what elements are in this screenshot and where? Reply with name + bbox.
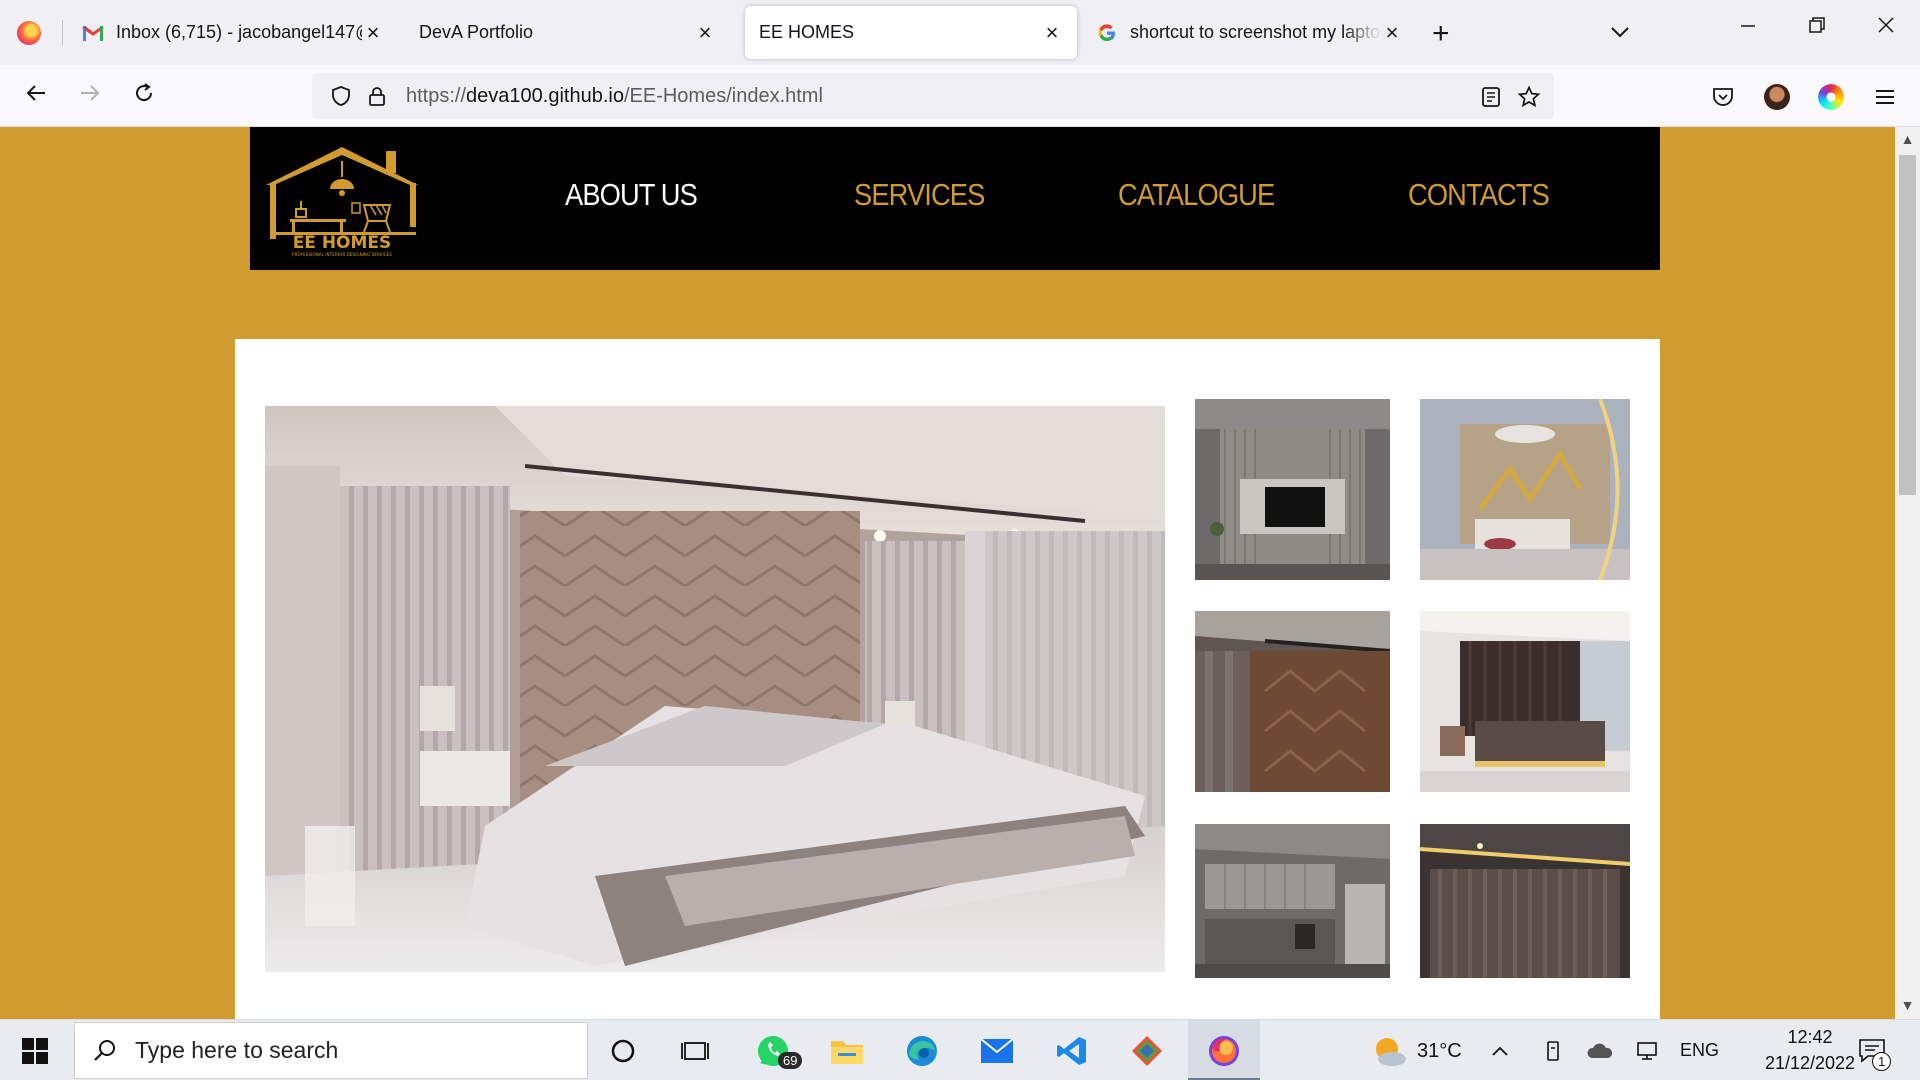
forward-button[interactable]	[72, 79, 108, 115]
restore-button[interactable]	[1797, 14, 1837, 40]
site-header: EE HOMES PROFESSIONAL INTERIOR DESIGNING…	[250, 127, 1660, 270]
page-scrollbar[interactable]: ▲ ▼	[1895, 127, 1920, 1019]
nav-catalogue[interactable]: CATALOGUE	[1118, 177, 1275, 213]
gallery-thumb-kitchen[interactable]	[1195, 824, 1390, 978]
tab-title: shortcut to screenshot my lapto	[1130, 22, 1381, 42]
account-avatar[interactable]	[1764, 84, 1790, 110]
hamburger-menu-icon[interactable]	[1872, 84, 1898, 110]
close-icon[interactable]: ×	[1041, 20, 1063, 46]
close-icon[interactable]: ×	[362, 20, 384, 46]
gallery-thumb-chevron-wall[interactable]	[1195, 611, 1390, 792]
new-tab-button[interactable]: +	[1432, 17, 1450, 51]
edge-icon[interactable]	[903, 1032, 941, 1070]
tab-ee-homes[interactable]: EE HOMES ×	[745, 6, 1077, 59]
weather-icon[interactable]	[1370, 1032, 1410, 1070]
file-explorer-icon[interactable]	[828, 1032, 866, 1070]
gallery-thumb-bedroom-dark[interactable]	[1420, 611, 1630, 792]
page-viewport: EE HOMES PROFESSIONAL INTERIOR DESIGNING…	[0, 127, 1895, 1019]
close-icon[interactable]: ×	[694, 20, 716, 46]
scroll-up-arrow-icon[interactable]: ▲	[1895, 131, 1920, 147]
url-scheme: https://	[406, 84, 467, 107]
gallery-thumb-curtain-room[interactable]	[1420, 824, 1630, 978]
nav-contacts[interactable]: CONTACTS	[1408, 177, 1550, 213]
address-bar[interactable]: https://deva100.github.io/EE-Homes/index…	[312, 73, 1554, 119]
firefox-view-icon[interactable]	[17, 21, 41, 45]
bookmark-star-icon[interactable]	[1517, 85, 1541, 109]
tab-title: Inbox (6,715) - jacobangel147@	[116, 22, 362, 42]
whatsapp-badge: 69	[778, 1052, 803, 1069]
ee-homes-logo[interactable]: EE HOMES PROFESSIONAL INTERIOR DESIGNING…	[260, 143, 425, 259]
navigation-toolbar: https://deva100.github.io/EE-Homes/index…	[0, 65, 1920, 127]
task-view-icon[interactable]	[676, 1032, 714, 1070]
lock-icon[interactable]	[366, 85, 388, 107]
mail-icon[interactable]	[978, 1032, 1016, 1070]
clock-time[interactable]: 12:42	[1760, 1027, 1860, 1048]
url-path: /EE-Homes/index.html	[623, 84, 823, 107]
url-text: https://deva100.github.io/EE-Homes/index…	[406, 85, 823, 108]
taskbar-search-box[interactable]	[74, 1022, 588, 1079]
tab-separator	[62, 20, 63, 46]
tab-gmail[interactable]: Inbox (6,715) - jacobangel147@ ×	[68, 6, 398, 59]
firefox-icon[interactable]	[1205, 1032, 1243, 1070]
google-icon	[1096, 22, 1118, 44]
nav-services[interactable]: SERVICES	[854, 177, 985, 213]
pocket-icon[interactable]	[1710, 84, 1736, 110]
logo-text: EE HOMES	[293, 233, 392, 253]
scrollbar-thumb[interactable]	[1899, 155, 1916, 495]
tab-google-search[interactable]: shortcut to screenshot my lapto ×	[1082, 6, 1417, 59]
gallery-thumb-tv-wall[interactable]	[1195, 399, 1390, 580]
tab-deva-portfolio[interactable]: DevA Portfolio ×	[405, 6, 730, 59]
cortana-icon[interactable]	[604, 1032, 642, 1070]
logo-tagline: PROFESSIONAL INTERIOR DESIGNING SERVICES	[292, 252, 392, 257]
colorways-icon[interactable]	[1818, 84, 1844, 110]
back-button[interactable]	[18, 79, 54, 115]
windows-taskbar: 69 31°C ENG 12:42 21/12/2022 1	[0, 1019, 1920, 1080]
gallery-section	[235, 339, 1660, 1019]
language-indicator[interactable]: ENG	[1680, 1040, 1719, 1061]
weather-temperature[interactable]: 31°C	[1417, 1040, 1462, 1063]
scroll-down-arrow-icon[interactable]: ▼	[1895, 997, 1920, 1013]
git-gui-icon[interactable]	[1128, 1032, 1166, 1070]
minimize-button[interactable]	[1728, 14, 1768, 40]
tab-strip: Inbox (6,715) - jacobangel147@ × DevA Po…	[0, 0, 1920, 65]
nav-about-us[interactable]: ABOUT US	[565, 177, 698, 213]
onedrive-cloud-icon[interactable]	[1583, 1032, 1617, 1070]
close-window-button[interactable]	[1866, 14, 1906, 40]
vscode-icon[interactable]	[1053, 1032, 1091, 1070]
reader-view-icon[interactable]	[1479, 85, 1503, 109]
show-hidden-icons-chevron-icon[interactable]	[1485, 1032, 1515, 1070]
list-all-tabs-icon[interactable]	[1610, 18, 1630, 44]
device-tray-icon[interactable]	[1538, 1032, 1568, 1070]
url-host: deva100.github.io	[466, 84, 624, 107]
tab-title: EE HOMES	[759, 22, 855, 42]
gallery-thumb-bedroom-gold[interactable]	[1420, 399, 1630, 580]
gmail-icon	[82, 22, 104, 44]
tab-title: DevA Portfolio	[419, 22, 534, 42]
gallery-main-image[interactable]	[265, 406, 1165, 972]
reload-button[interactable]	[126, 79, 162, 115]
close-icon[interactable]: ×	[1381, 20, 1403, 46]
search-icon	[94, 1039, 115, 1061]
network-icon[interactable]	[1632, 1032, 1666, 1070]
tracking-protection-shield-icon[interactable]	[330, 85, 352, 107]
windows-start-icon[interactable]	[22, 1038, 48, 1064]
taskbar-search-input[interactable]	[135, 1037, 515, 1064]
